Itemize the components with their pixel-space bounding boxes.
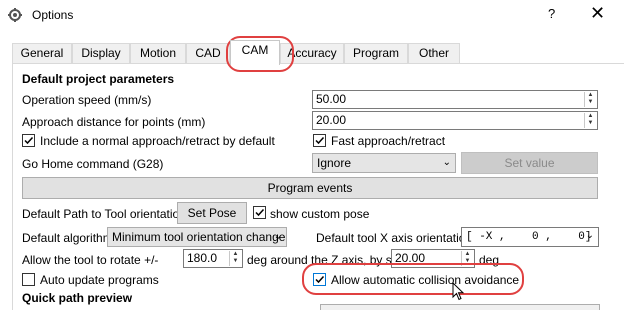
go-home-dropdown[interactable]: Ignore ⌄: [312, 153, 456, 173]
auto-update-checkbox[interactable]: [22, 273, 35, 286]
set-pose-button[interactable]: Set Pose: [177, 202, 247, 224]
approach-distance-spinner[interactable]: ▲ ▼: [584, 113, 596, 128]
help-button[interactable]: ?: [548, 6, 555, 21]
normal-approach-checkbox[interactable]: [22, 134, 35, 147]
checkmark-icon: [24, 136, 34, 145]
checkmark-icon: [255, 208, 265, 217]
mouse-cursor-icon: [452, 282, 465, 301]
app-icon: [8, 8, 22, 22]
collision-highlight: [302, 263, 524, 295]
tab-display[interactable]: Display: [72, 43, 130, 64]
program-events-button[interactable]: Program events: [22, 177, 598, 199]
rotate-input[interactable]: 180.0 ▲ ▼: [183, 249, 243, 268]
show-custom-pose-label: show custom pose: [270, 207, 370, 221]
tab-cam[interactable]: CAM: [230, 40, 280, 65]
checkmark-icon: [315, 136, 325, 145]
approach-distance-value: 20.00: [316, 113, 347, 127]
title-bar: Options ? ✕: [0, 0, 624, 32]
chevron-down-icon: ⌄: [442, 157, 451, 168]
operation-speed-value: 50.00: [316, 92, 347, 106]
fast-approach-checkbox[interactable]: [313, 134, 326, 147]
operation-speed-label: Operation speed (mm/s): [22, 93, 152, 107]
rotate-spinner[interactable]: ▲ ▼: [229, 251, 241, 266]
chevron-down-icon: ⌄: [585, 231, 594, 242]
chevron-down-icon: ⌄: [273, 231, 282, 242]
algorithm-label: Default algorithm: [22, 231, 113, 245]
auto-update-label: Auto update programs: [40, 273, 159, 287]
go-home-value: Ignore: [317, 156, 352, 170]
tool-x-axis-dropdown[interactable]: [ -X , 0 , 0] ⌄: [461, 227, 599, 247]
go-home-label: Go Home command (G28): [22, 157, 164, 171]
algorithm-dropdown[interactable]: Minimum tool orientation change ⌄: [107, 227, 287, 247]
rotate-value: 180.0: [187, 251, 218, 265]
tab-other[interactable]: Other: [408, 43, 460, 64]
window-title: Options: [32, 8, 74, 22]
tool-x-axis-label: Default tool X axis orientation: [316, 231, 473, 245]
path-orientation-label: Default Path to Tool orientation: [22, 207, 186, 221]
tab-program[interactable]: Program: [344, 43, 408, 64]
operation-speed-input[interactable]: 50.00 ▲ ▼: [312, 90, 598, 109]
fast-approach-label: Fast approach/retract: [331, 134, 446, 148]
tab-general[interactable]: General: [12, 43, 72, 64]
close-button[interactable]: ✕: [590, 3, 605, 24]
show-custom-pose-checkbox[interactable]: [253, 206, 266, 219]
quick-path-label: Quick path preview: [22, 291, 133, 305]
section-title: Default project parameters: [22, 72, 175, 86]
approach-distance-label: Approach distance for points (mm): [22, 115, 206, 129]
rotate-label: Allow the tool to rotate +/-: [22, 253, 159, 267]
tab-cad[interactable]: CAD: [186, 43, 230, 64]
quick-path-combo-edge[interactable]: [320, 304, 600, 310]
operation-speed-spinner[interactable]: ▲ ▼: [584, 92, 596, 107]
tab-bar: General Display Motion CAD CAM Accuracy …: [0, 40, 624, 65]
tool-x-axis-value: [ -X , 0 , 0]: [466, 231, 592, 243]
approach-distance-input[interactable]: 20.00 ▲ ▼: [312, 111, 598, 130]
tab-motion[interactable]: Motion: [130, 43, 186, 64]
normal-approach-label: Include a normal approach/retract by def…: [40, 134, 275, 148]
set-value-button[interactable]: Set value: [461, 152, 598, 174]
algorithm-value: Minimum tool orientation change: [112, 230, 286, 244]
